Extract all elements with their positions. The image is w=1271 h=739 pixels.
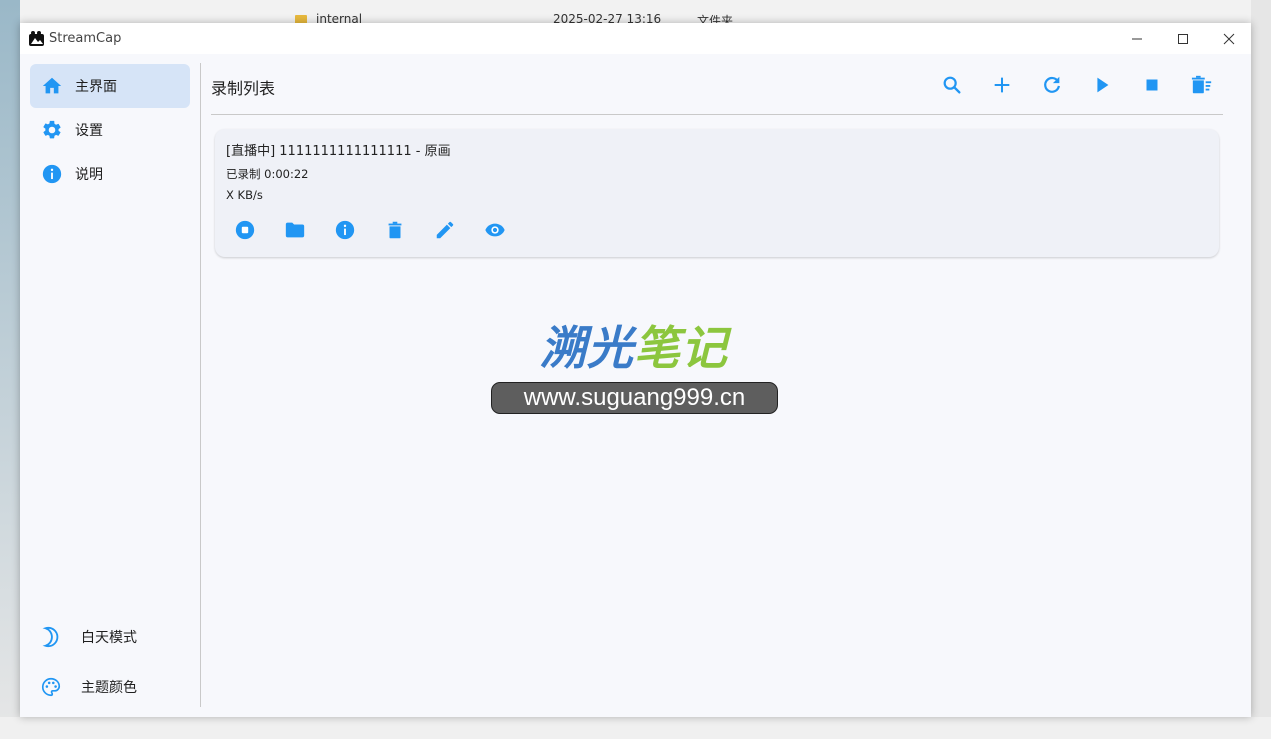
info-icon <box>41 163 63 185</box>
close-button[interactable] <box>1206 23 1252 54</box>
title-bar[interactable]: StreamCap <box>20 23 1251 54</box>
sidebar-item-home[interactable]: 主界面 <box>30 64 190 108</box>
desktop-left-edge <box>0 0 20 739</box>
delete-icon <box>388 221 402 239</box>
desktop-right-edge <box>1251 0 1271 739</box>
close-icon <box>1223 33 1235 44</box>
play-icon <box>1097 77 1109 93</box>
add-button[interactable] <box>987 70 1017 100</box>
folder-icon <box>285 222 305 238</box>
home-icon <box>41 75 63 97</box>
stop-icon <box>1146 79 1158 91</box>
header-divider <box>211 114 1223 115</box>
sidebar-item-about[interactable]: 说明 <box>30 152 190 196</box>
info-icon <box>335 220 355 240</box>
app-logo-icon <box>29 31 44 46</box>
open-folder-button[interactable] <box>280 215 310 245</box>
theme-color-label: 主题颜色 <box>81 680 137 696</box>
watermark-title-part1: 溯光 <box>540 321 634 375</box>
window-title: StreamCap <box>49 31 122 46</box>
sidebar-item-label: 说明 <box>75 167 103 183</box>
minimize-icon <box>1132 38 1142 39</box>
page-title: 录制列表 <box>211 79 276 98</box>
maximize-button[interactable] <box>1160 23 1206 54</box>
stop-recording-button[interactable] <box>230 215 260 245</box>
preview-button[interactable] <box>480 215 510 245</box>
sidebar: 主界面 设置 说明 白天模式 主题颜色 <box>20 54 200 717</box>
minimize-button[interactable] <box>1114 23 1160 54</box>
edit-button[interactable] <box>430 215 460 245</box>
recording-card: [直播中] 1111111111111111 - 原画 已录制 0:00:22 … <box>215 129 1219 257</box>
theme-color-button[interactable]: 主题颜色 <box>30 667 200 707</box>
palette-icon <box>40 676 62 698</box>
stream-title: [直播中] 1111111111111111 - 原画 <box>226 144 451 159</box>
gear-icon <box>41 119 63 141</box>
search-button[interactable] <box>937 70 967 100</box>
watermark-logo-text: 溯光笔记 <box>490 312 778 378</box>
delete-list-icon <box>1191 75 1212 94</box>
stop-all-button[interactable] <box>1137 70 1167 100</box>
sidebar-item-label: 主界面 <box>75 79 117 95</box>
theme-mode-button[interactable]: 白天模式 <box>30 617 200 657</box>
desktop-background: internal 2025-02-27 13:16 文件夹 <box>0 0 1271 24</box>
sidebar-item-label: 设置 <box>75 123 103 139</box>
maximize-icon <box>1178 33 1188 44</box>
delete-all-button[interactable] <box>1187 70 1217 100</box>
info-button[interactable] <box>330 215 360 245</box>
desktop-bottom-edge <box>0 717 1271 739</box>
sidebar-item-settings[interactable]: 设置 <box>30 108 190 152</box>
watermark-title-part2: 笔记 <box>634 321 728 375</box>
stop-circle-icon <box>235 220 255 240</box>
search-icon <box>943 76 961 94</box>
add-icon <box>994 77 1010 93</box>
moon-icon <box>40 626 62 648</box>
theme-mode-label: 白天模式 <box>81 630 137 646</box>
edit-icon <box>436 221 454 239</box>
refresh-icon <box>1044 76 1060 93</box>
watermark-url: www.suguang999.cn <box>491 382 778 414</box>
start-all-button[interactable] <box>1087 70 1117 100</box>
refresh-button[interactable] <box>1037 70 1067 100</box>
download-speed: X KB/s <box>226 188 263 202</box>
eye-icon <box>485 223 505 237</box>
recorded-duration: 已录制 0:00:22 <box>226 167 309 181</box>
delete-button[interactable] <box>380 215 410 245</box>
